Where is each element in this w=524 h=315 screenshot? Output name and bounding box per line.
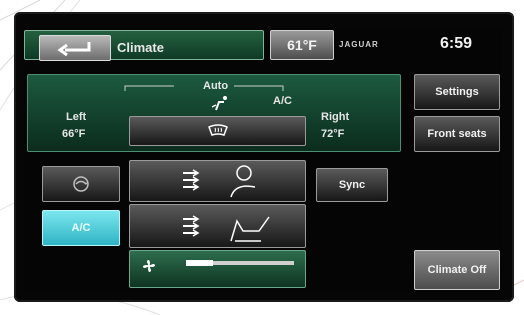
fan-speed-track	[186, 260, 294, 266]
page-title: Climate	[117, 40, 164, 55]
fan-speed-control[interactable]	[129, 250, 306, 288]
settings-label: Settings	[435, 86, 479, 98]
clock: 6:59	[440, 35, 473, 52]
sync-label: Sync	[338, 179, 366, 191]
back-button[interactable]	[39, 35, 111, 61]
front-defrost-icon	[207, 124, 228, 136]
fan-speed-level	[186, 260, 213, 266]
climate-off-label: Climate Off	[427, 264, 487, 276]
back-arrow-icon	[57, 42, 91, 56]
right-temperature[interactable]: 72°F	[321, 128, 344, 140]
settings-button[interactable]: Settings	[414, 74, 500, 110]
fan-icon	[142, 259, 156, 276]
auto-ac-label: A/C	[273, 95, 292, 107]
climate-screen: Climate 61°F JAGUAR 6:59 Auto A/C Left 6…	[24, 28, 502, 294]
recirculation-icon	[73, 176, 89, 192]
front-seats-button[interactable]: Front seats	[414, 116, 500, 152]
front-seats-label: Front seats	[427, 128, 487, 140]
airflow-person-icon	[211, 96, 227, 111]
right-zone-label: Right	[321, 111, 350, 123]
recirculation-button[interactable]	[42, 166, 120, 202]
header-bar: Climate	[24, 30, 264, 61]
outside-temperature-value: 61°F	[287, 37, 317, 53]
outside-temperature: 61°F	[270, 30, 334, 60]
front-defrost-button[interactable]	[129, 116, 306, 146]
face-vent-icon	[182, 165, 255, 198]
seat-vent-icon	[182, 215, 270, 242]
left-temperature[interactable]: 66°F	[62, 128, 85, 140]
ac-label: A/C	[71, 222, 91, 234]
auto-label: Auto	[203, 80, 229, 92]
face-vent-button[interactable]	[129, 160, 306, 202]
ac-button[interactable]: A/C	[42, 210, 120, 246]
left-zone-label: Left	[66, 111, 87, 123]
sync-button[interactable]: Sync	[316, 168, 388, 202]
brand-logo: JAGUAR	[339, 40, 379, 49]
climate-off-button[interactable]: Climate Off	[414, 250, 500, 290]
seat-vent-button[interactable]	[129, 204, 306, 248]
